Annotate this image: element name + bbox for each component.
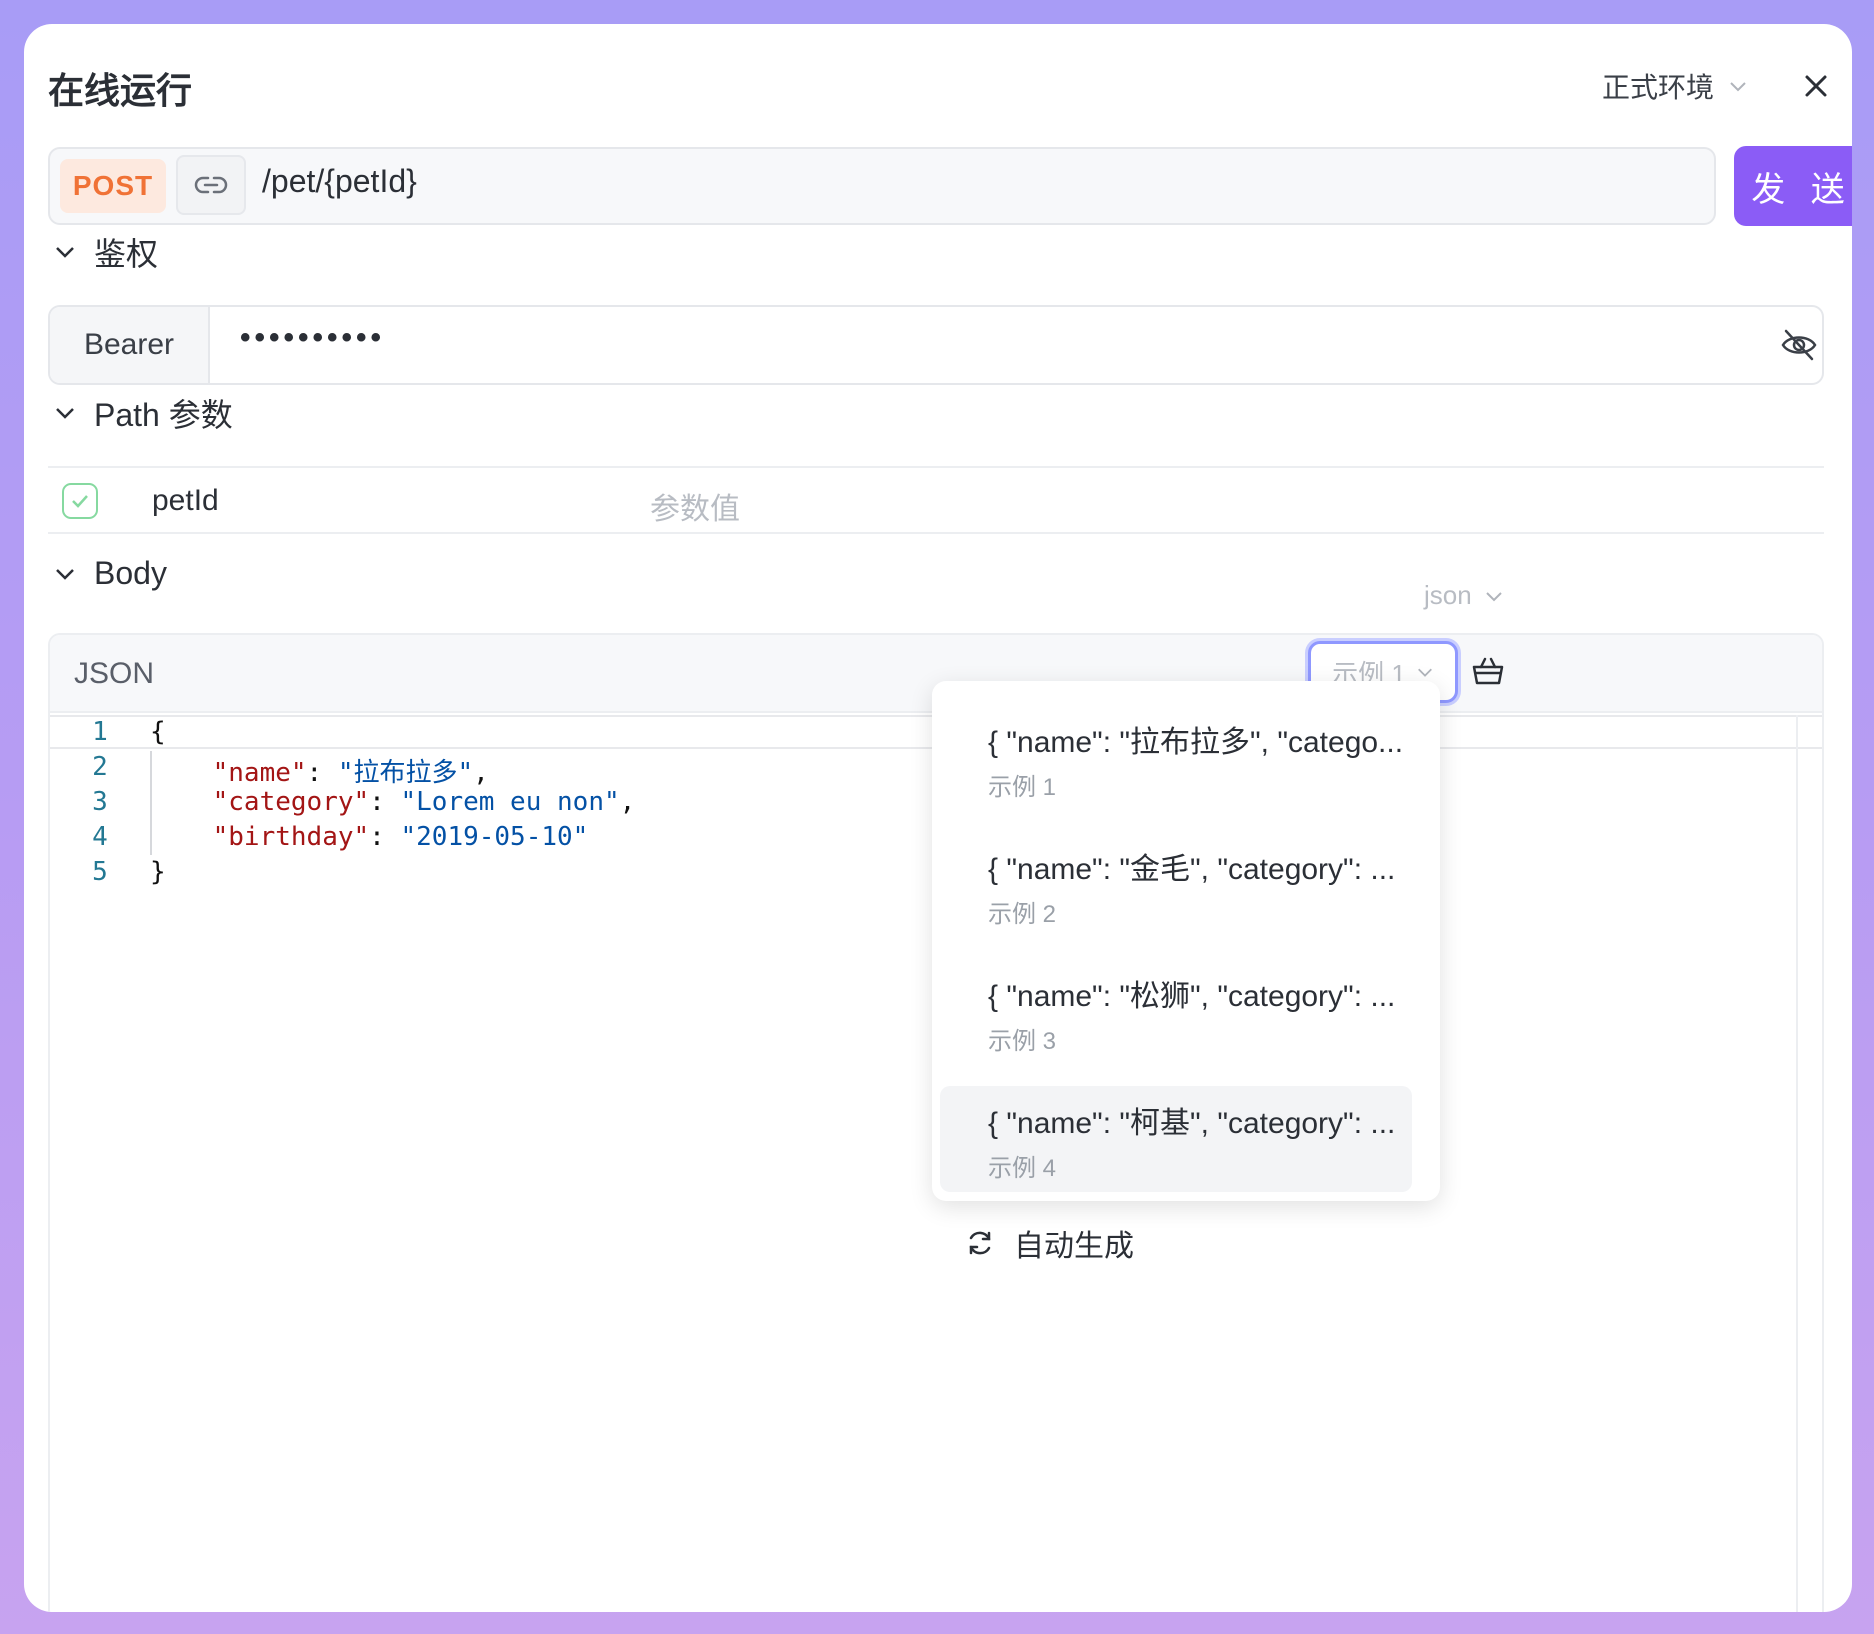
chevron-down-icon [1730, 82, 1746, 92]
code-line: { [150, 717, 166, 747]
environment-select[interactable]: 正式环境 [1602, 66, 1748, 106]
close-button[interactable] [1794, 64, 1838, 108]
close-icon [1805, 75, 1827, 97]
code-line: "name": "拉布拉多", [212, 758, 489, 788]
param-row: petId 参数值 [48, 466, 1824, 534]
chevron-down-icon [56, 408, 74, 419]
json-key: "birthday" [212, 822, 370, 852]
auth-section-toggle[interactable]: 鉴权 [52, 229, 158, 275]
line-number: 5 [92, 857, 108, 887]
chevron-down-icon [1417, 668, 1432, 677]
url-bar: POST /pet/{petId} [48, 147, 1716, 225]
link-icon [194, 176, 228, 194]
code-line: "category": "Lorem eu non", [212, 787, 636, 817]
auth-field: Bearer •••••••••• [48, 305, 1824, 385]
body-section-title: Body [94, 555, 167, 591]
example-option[interactable]: { "name": "松狮", "category": ... 示例 3 [940, 959, 1412, 1065]
param-value-input[interactable]: 参数值 [650, 484, 740, 528]
json-key: "name" [212, 758, 307, 788]
body-format-label: json [1424, 580, 1472, 610]
token-input[interactable]: •••••••••• [240, 321, 385, 355]
auto-generate-button[interactable]: 自动生成 [964, 1221, 1134, 1265]
line-number: 1 [92, 717, 108, 747]
param-name: petId [152, 484, 219, 517]
example-option[interactable]: { "name": "拉布拉多", "catego... 示例 1 [940, 705, 1412, 811]
example-option[interactable]: { "name": "柯基", "category": ... 示例 4 [940, 1086, 1412, 1192]
url-path-input[interactable]: /pet/{petId} [262, 163, 417, 200]
run-online-panel: 在线运行 正式环境 POST /pet/{petId} 发 送 鉴权 Beare… [24, 24, 1852, 1612]
refresh-icon [969, 1231, 991, 1255]
json-comma: , [619, 787, 636, 817]
basket-icon[interactable] [1470, 653, 1506, 689]
chevron-down-icon [56, 247, 74, 258]
editor-label: JSON [74, 657, 155, 690]
body-section-toggle[interactable]: Body [52, 555, 167, 592]
chevron-down-icon [56, 568, 74, 580]
link-button[interactable] [176, 155, 246, 215]
json-key: "category" [212, 787, 370, 817]
line-number: 2 [92, 752, 108, 782]
line-number: 4 [92, 822, 108, 852]
example-preview: { "name": "松狮", "category": ... [988, 980, 1396, 1013]
body-format-select[interactable]: json [1424, 580, 1504, 611]
code-line: } [150, 857, 166, 887]
examples-dropdown: { "name": "拉布拉多", "catego... 示例 1 { "nam… [932, 681, 1440, 1263]
auto-generate-label: 自动生成 [1014, 1230, 1134, 1263]
path-params-section-toggle[interactable]: Path 参数 [52, 390, 233, 436]
line-number: 3 [92, 787, 108, 817]
json-brace: } [150, 857, 166, 887]
check-icon [72, 495, 88, 508]
page-title: 在线运行 [48, 70, 193, 111]
auth-type-select[interactable]: Bearer [50, 307, 210, 383]
example-preview: { "name": "拉布拉多", "catego... [988, 726, 1404, 759]
method-badge[interactable]: POST [60, 159, 166, 213]
json-value: "2019-05-10" [400, 822, 589, 852]
param-enabled-checkbox[interactable] [62, 483, 98, 519]
example-label: 示例 3 [988, 1028, 1057, 1055]
example-label: 示例 2 [988, 901, 1057, 928]
scrollbar[interactable] [1796, 715, 1798, 1612]
eye-off-icon[interactable] [1780, 327, 1818, 363]
json-value: "拉布拉多" [337, 758, 474, 788]
json-value: "Lorem eu non" [400, 787, 620, 817]
example-label: 示例 4 [988, 1155, 1057, 1182]
path-params-section-title: Path 参数 [94, 397, 233, 433]
example-preview: { "name": "金毛", "category": ... [988, 853, 1396, 886]
code-line: "birthday": "2019-05-10" [212, 822, 589, 852]
send-button[interactable]: 发 送 [1734, 146, 1852, 226]
example-preview: { "name": "柯基", "category": ... [988, 1107, 1396, 1140]
auth-section-title: 鉴权 [94, 236, 159, 272]
example-option[interactable]: { "name": "金毛", "category": ... 示例 2 [940, 832, 1412, 938]
json-comma: , [473, 758, 489, 788]
json-brace: { [150, 717, 166, 747]
environment-label: 正式环境 [1602, 72, 1715, 103]
chevron-down-icon [1485, 591, 1502, 601]
example-label: 示例 1 [988, 774, 1057, 801]
